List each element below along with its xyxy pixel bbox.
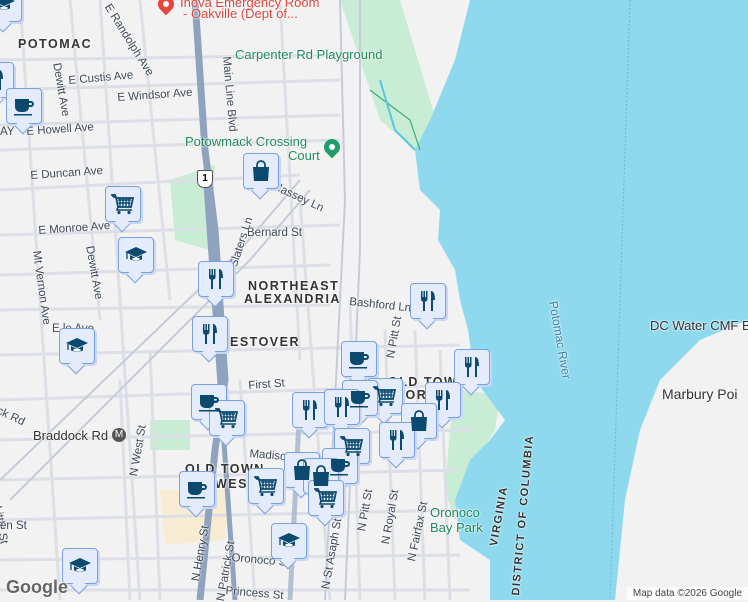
shopping-cart-icon (314, 486, 338, 510)
marker-school[interactable] (271, 523, 307, 559)
marker-cafe[interactable] (341, 341, 377, 377)
graduation-cap-icon (277, 529, 301, 553)
marker-restaurant[interactable] (292, 392, 328, 428)
place-potowmack[interactable]: Potowmack Crossing (185, 134, 307, 149)
fork-knife-icon (198, 322, 222, 346)
fork-knife-icon (298, 398, 322, 422)
neighborhood-northeast: NORTHEAST (248, 279, 340, 293)
fork-knife-icon (385, 428, 409, 452)
place-oronoco-bay-park[interactable]: Oronoco Bay Park (430, 505, 483, 535)
neighborhood-potomac: POTOMAC (18, 37, 93, 51)
marker-restaurant[interactable] (192, 316, 228, 352)
marker-grocery[interactable] (105, 186, 141, 222)
google-logo[interactable]: Google (6, 577, 68, 598)
place-potowmack-2[interactable]: Court (288, 148, 320, 163)
fork-knife-icon (460, 355, 484, 379)
marker-school[interactable] (59, 328, 95, 364)
street-bernard: Bernard St (247, 227, 302, 239)
map-attribution[interactable]: Map data ©2026 Google (626, 587, 748, 600)
place-marbury-point: Marbury Poi (662, 386, 738, 402)
place-braddock-rd[interactable]: Braddock Rd (33, 428, 108, 443)
fork-knife-icon (204, 267, 228, 291)
shopping-bag-icon (407, 409, 431, 433)
shopping-cart-icon (215, 406, 239, 430)
coffee-cup-icon (347, 347, 371, 371)
marker-school[interactable] (0, 0, 22, 22)
marker-restaurant[interactable] (454, 349, 490, 385)
marker-cafe[interactable] (6, 88, 42, 124)
fork-knife-icon (330, 395, 354, 419)
metro-icon[interactable]: M (112, 428, 126, 442)
shopping-cart-icon (373, 384, 397, 408)
coffee-cup-icon (185, 477, 209, 501)
marker-school[interactable] (118, 237, 154, 273)
shopping-bag-icon (249, 159, 273, 183)
graduation-cap-icon (0, 0, 16, 16)
shopping-cart-icon (254, 474, 278, 498)
marker-grocery[interactable] (209, 400, 245, 436)
shopping-bag-icon (309, 464, 333, 488)
coffee-cup-icon (12, 94, 36, 118)
marker-grocery[interactable] (308, 480, 344, 516)
label-ay: AY (0, 126, 15, 138)
marker-restaurant[interactable] (198, 261, 234, 297)
shopping-cart-icon (111, 192, 135, 216)
neighborhood-estover: ESTOVER (230, 335, 301, 349)
oronoco-bay-park-label: Oronoco Bay Park (430, 505, 483, 535)
marker-restaurant[interactable] (410, 283, 446, 319)
graduation-cap-icon (68, 554, 92, 578)
route-1-shield: 1 (197, 170, 213, 188)
graduation-cap-icon (65, 334, 89, 358)
place-inova-2[interactable]: - Oakville (Dept of... (183, 6, 298, 21)
street-en: en St (0, 520, 27, 532)
place-dc-water[interactable]: DC Water CMF Bld (650, 318, 748, 333)
street-first: First St (248, 377, 286, 392)
marker-cafe[interactable] (179, 471, 215, 507)
fork-knife-icon (0, 68, 8, 92)
place-carpenter-playground[interactable]: Carpenter Rd Playground (235, 47, 382, 62)
fork-knife-icon (416, 289, 440, 313)
fork-knife-icon (431, 388, 455, 412)
marker-grocery[interactable] (248, 468, 284, 504)
marker-shop[interactable] (243, 153, 279, 189)
graduation-cap-icon (124, 243, 148, 267)
neighborhood-alexandria: ALEXANDRIA (244, 292, 341, 306)
